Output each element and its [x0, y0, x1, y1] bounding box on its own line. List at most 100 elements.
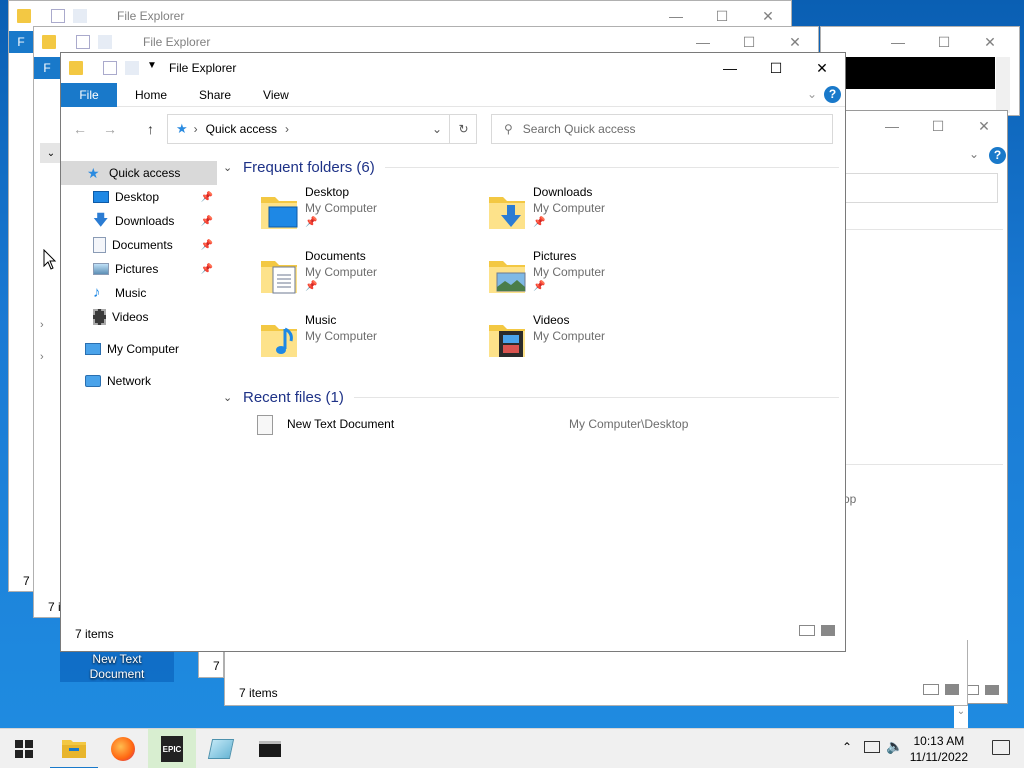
taskbar-firefox[interactable]	[99, 729, 147, 768]
view-icons	[923, 684, 959, 695]
chevron-down-icon[interactable]: ⌄	[969, 147, 979, 161]
folder-name: Downloads	[533, 185, 593, 199]
tab-home[interactable]: Home	[119, 88, 183, 102]
sidebar-item-label: Downloads	[115, 214, 175, 228]
system-tray: ⌃ 🔈 10:13 AM 11/11/2022	[824, 729, 1024, 768]
new-folder-icon[interactable]	[125, 61, 139, 75]
pin-icon[interactable]: 📌	[201, 264, 213, 275]
pin-icon[interactable]: 📌	[305, 281, 317, 292]
pin-icon[interactable]: 📌	[533, 217, 545, 228]
folder-tile-documents[interactable]: Documents My Computer 📌	[259, 249, 487, 309]
show-hidden-icons-icon[interactable]: ⌃	[842, 740, 852, 754]
clock-date: 11/11/2022	[909, 750, 968, 764]
sidebar-item-desktop[interactable]: Desktop 📌	[61, 185, 217, 209]
collapse-chevron-icon[interactable]: ⌄	[223, 161, 239, 174]
folder-tile-videos[interactable]: Videos My Computer	[487, 313, 715, 373]
pin-icon[interactable]: 📌	[533, 281, 545, 292]
recent-file-name: New Text Document	[287, 417, 395, 431]
breadcrumb-separator-icon[interactable]: ›	[194, 122, 198, 136]
details-view-icon[interactable]	[923, 684, 939, 695]
sidebar-item-downloads[interactable]: 🡇 Downloads 📌	[61, 209, 217, 233]
file-tab[interactable]: F	[9, 31, 33, 53]
details-view-icon[interactable]	[799, 625, 815, 636]
close-button[interactable]: ✕	[961, 111, 1007, 141]
folder-tile-desktop[interactable]: Desktop My Computer 📌	[259, 185, 487, 245]
sidebar-item-my-computer[interactable]: My Computer	[61, 337, 217, 361]
notifications-icon[interactable]	[992, 740, 1010, 755]
properties-icon[interactable]	[76, 35, 90, 49]
search-input[interactable]: ⚲ Search Quick access	[491, 114, 833, 144]
right-window-back[interactable]: — ☐ ✕	[820, 26, 1020, 116]
pin-icon[interactable]: 📌	[201, 240, 213, 251]
start-button[interactable]	[0, 729, 48, 768]
sidebar-item-music[interactable]: ♪ Music	[61, 281, 217, 305]
folder-tile-downloads[interactable]: Downloads My Computer 📌	[487, 185, 715, 245]
maximize-button[interactable]: ☐	[753, 53, 799, 83]
new-folder-icon[interactable]	[73, 9, 87, 23]
address-bar[interactable]: ★ › Quick access › ⌄	[167, 114, 477, 144]
documents-folder-icon	[261, 261, 297, 294]
folder-tile-pictures[interactable]: Pictures My Computer 📌	[487, 249, 715, 309]
window-edge-fragment: 7	[198, 650, 224, 678]
back-arrow-icon[interactable]: ←	[73, 121, 87, 137]
close-button[interactable]: ✕	[967, 27, 1013, 57]
large-icons-view-icon[interactable]	[821, 625, 835, 636]
divider	[384, 166, 839, 168]
minimize-button[interactable]: —	[707, 53, 753, 83]
taskbar-file-explorer[interactable]	[50, 729, 98, 768]
minimize-button[interactable]: —	[875, 27, 921, 57]
desktop-icon-new-text-document[interactable]: New Text Document	[60, 652, 174, 682]
file-explorer-window[interactable]: ▼ File Explorer — ☐ ✕ File Home Share Vi…	[60, 52, 846, 652]
tiles-view-icon[interactable]	[985, 685, 999, 695]
file-tab[interactable]: F	[34, 57, 60, 79]
new-folder-icon[interactable]	[98, 35, 112, 49]
clock[interactable]: 10:13 AM 11/11/2022	[910, 733, 968, 765]
file-tab[interactable]: File	[61, 82, 117, 107]
chevron-right-icon[interactable]: ›	[40, 319, 44, 331]
maximize-button[interactable]: ☐	[921, 27, 967, 57]
folder-tile-music[interactable]: Music My Computer	[259, 313, 487, 373]
sidebar-item-videos[interactable]: Videos	[61, 305, 217, 329]
tab-view[interactable]: View	[247, 88, 305, 102]
breadcrumb-separator-icon[interactable]: ›	[285, 122, 289, 136]
chevron-right-icon[interactable]: ›	[40, 351, 44, 363]
sidebar-item-network[interactable]: Network	[61, 369, 217, 393]
minimize-button[interactable]: —	[869, 111, 915, 141]
breadcrumb-quick-access[interactable]: Quick access	[206, 122, 277, 136]
taskbar-terminal[interactable]	[246, 729, 294, 768]
frequent-folders-header[interactable]: ⌄ Frequent folders (6)	[223, 153, 839, 181]
properties-icon[interactable]	[103, 61, 117, 75]
address-dropdown-icon[interactable]: ⌄	[432, 122, 442, 136]
forward-arrow-icon[interactable]: →	[103, 121, 117, 137]
volume-icon[interactable]: 🔈	[886, 738, 903, 755]
pin-icon[interactable]: 📌	[201, 192, 213, 203]
refresh-button[interactable]: ↻	[449, 114, 477, 144]
pin-icon[interactable]: 📌	[201, 216, 213, 227]
maximize-button[interactable]: ☐	[915, 111, 961, 141]
sidebar-item-pictures[interactable]: Pictures 📌	[61, 257, 217, 281]
search-field[interactable]	[843, 173, 998, 203]
close-button[interactable]: ✕	[799, 53, 845, 83]
help-icon[interactable]: ?	[989, 147, 1006, 164]
recent-file-row[interactable]: New Text Document My Computer\Desktop	[223, 411, 839, 437]
expand-chevron-icon[interactable]: ⌄	[40, 143, 62, 163]
sidebar-item-documents[interactable]: Documents 📌	[61, 233, 217, 257]
up-arrow-icon[interactable]: ↑	[147, 121, 154, 137]
taskbar-epic-games[interactable]: EPIC	[148, 729, 196, 768]
pin-icon[interactable]: 📌	[305, 217, 317, 228]
collapse-chevron-icon[interactable]: ⌄	[223, 391, 239, 404]
properties-icon[interactable]	[51, 9, 65, 23]
taskbar-notepad[interactable]	[197, 729, 245, 768]
sidebar-item-quick-access[interactable]: ★ Quick access	[61, 161, 217, 185]
expand-ribbon-chevron-icon[interactable]: ⌄	[807, 87, 817, 101]
network-tray-icon[interactable]	[864, 741, 880, 753]
qat-dropdown-icon[interactable]: ▼	[147, 60, 157, 71]
content-pane: ⌄ Frequent folders (6) Desktop My Comput…	[223, 153, 839, 437]
tiles-view-icon[interactable]	[945, 684, 959, 695]
scrollbar[interactable]	[996, 57, 1010, 113]
scrollbar[interactable]: ⌄	[954, 706, 968, 728]
recent-files-header[interactable]: ⌄ Recent files (1)	[223, 383, 839, 411]
right-window-front[interactable]: — ☐ ✕ ⌄ ? op	[822, 110, 1008, 704]
tab-share[interactable]: Share	[183, 88, 247, 102]
help-icon[interactable]: ?	[824, 86, 841, 103]
